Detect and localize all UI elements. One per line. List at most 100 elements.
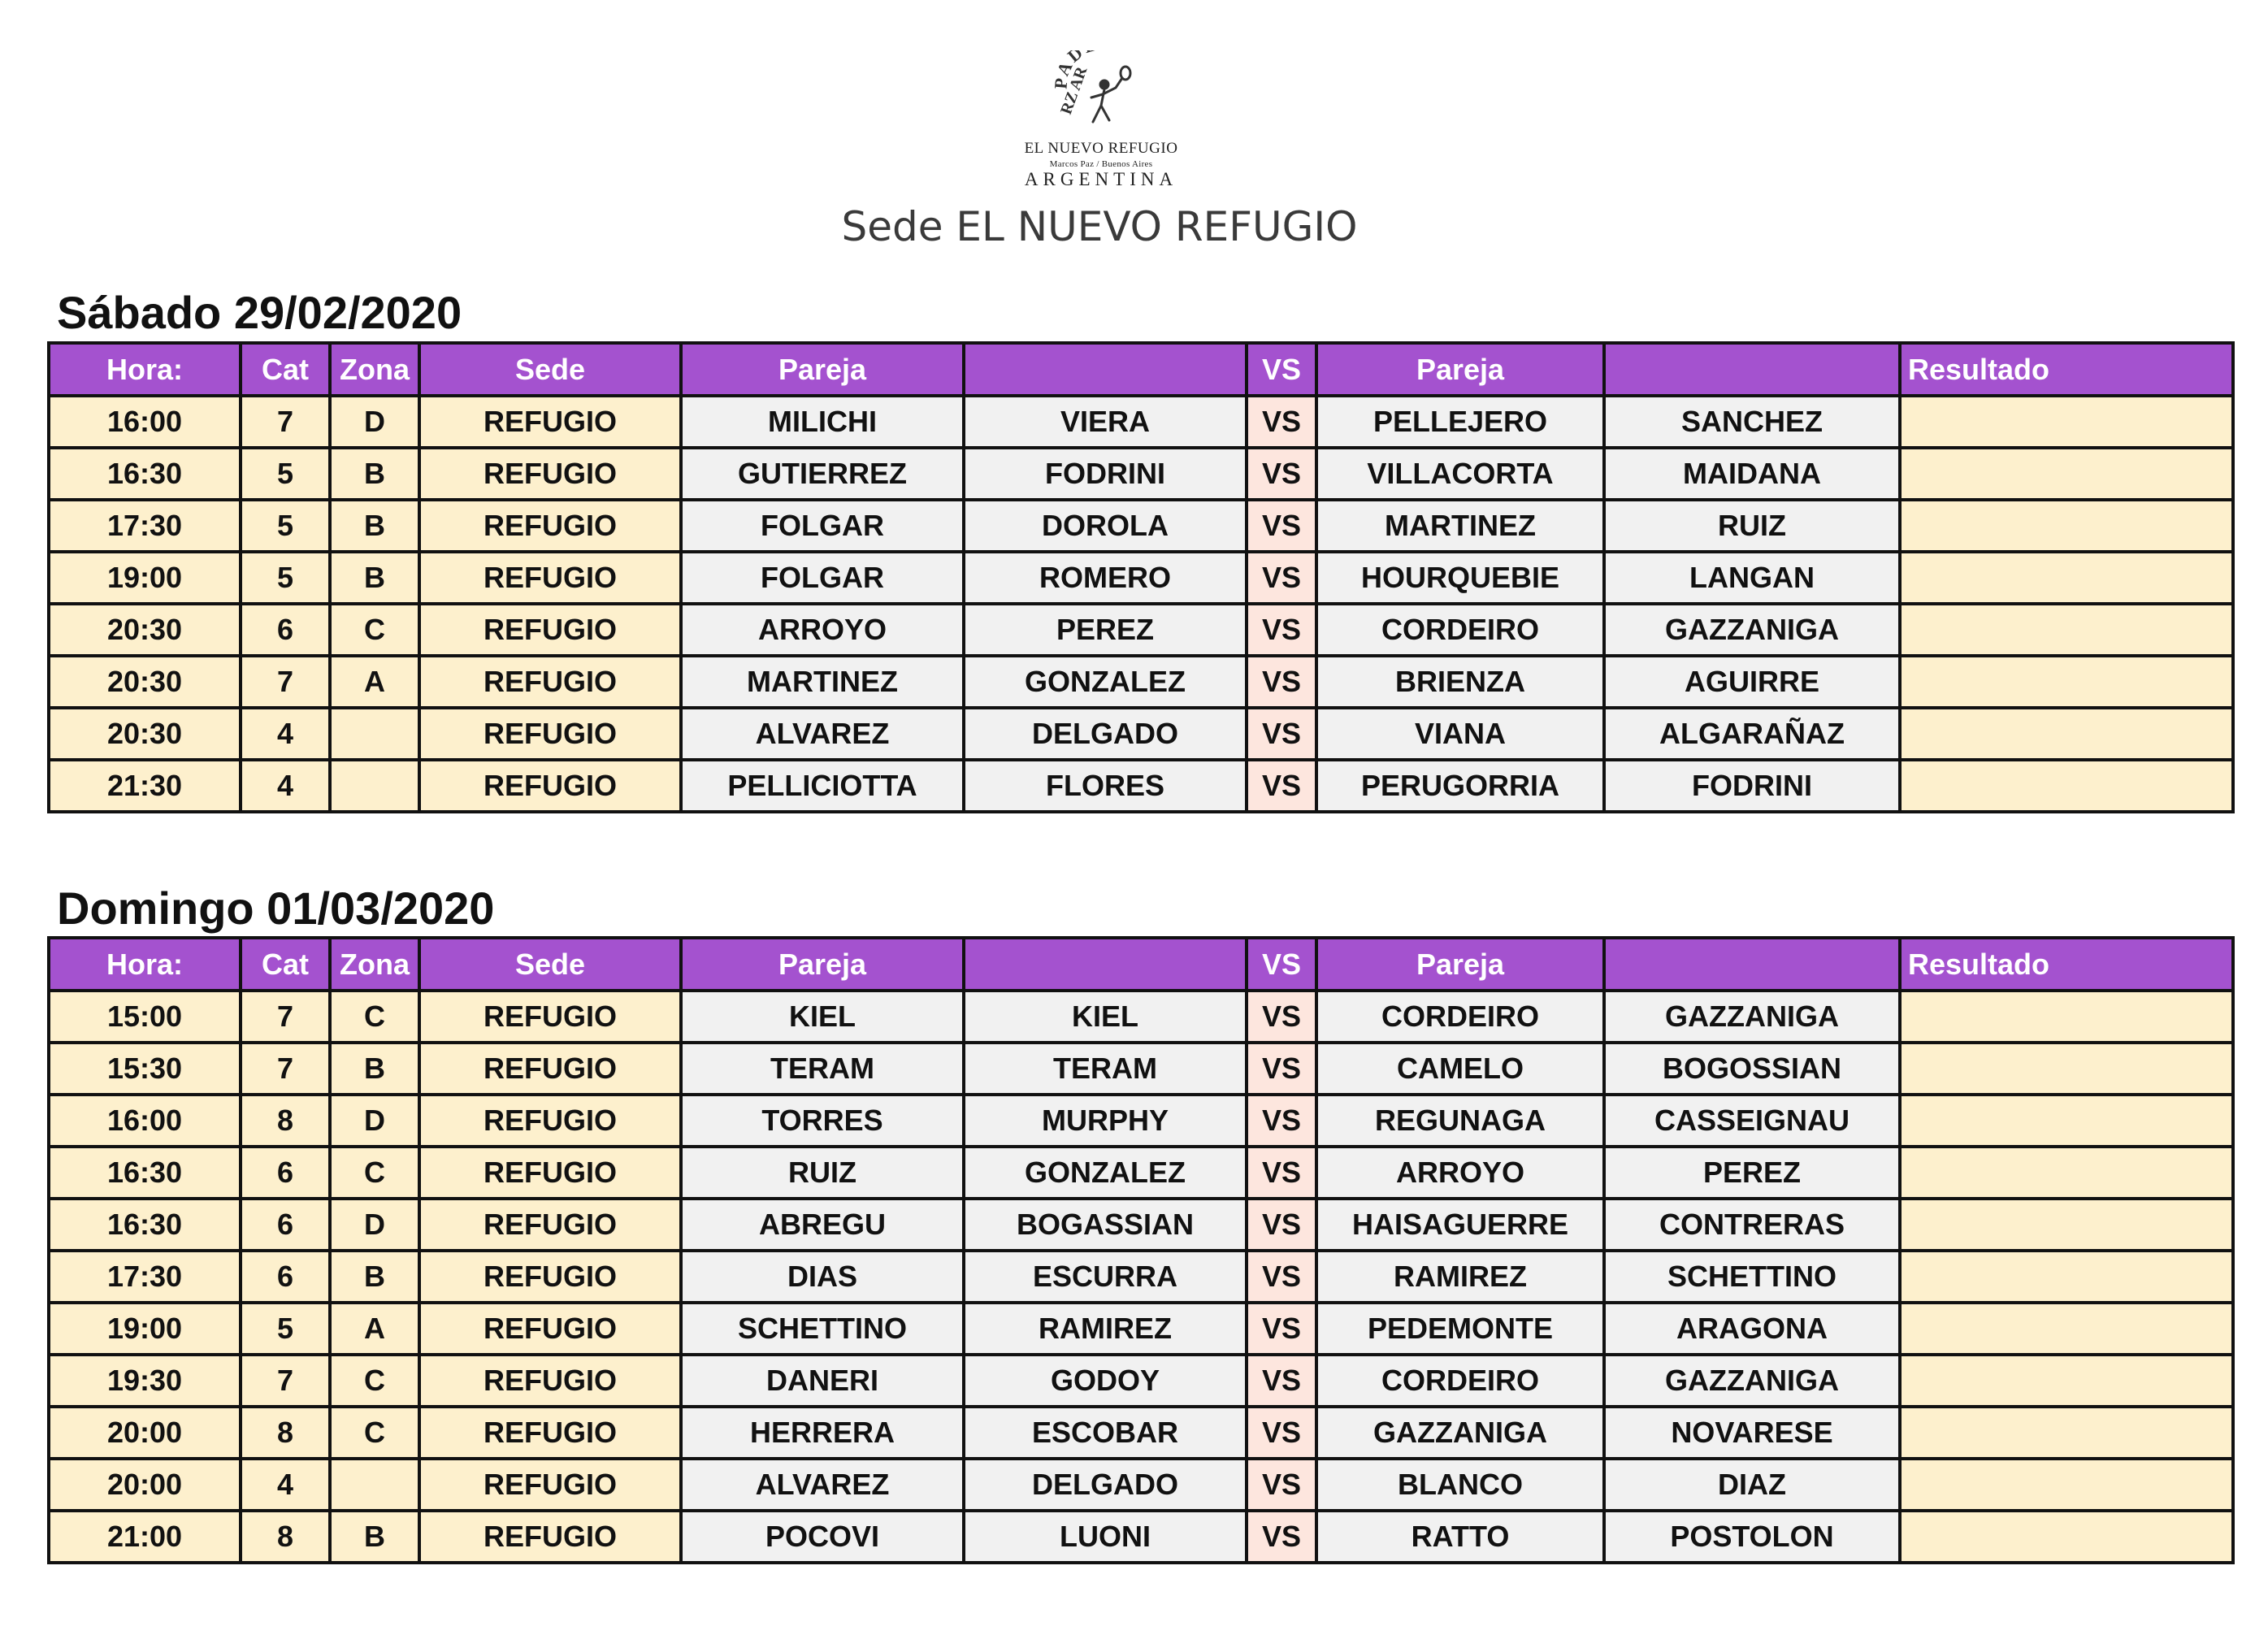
cell-resultado [1898, 550, 2235, 605]
cell-hora: 20:30 [47, 654, 242, 709]
cell-hora: 20:30 [47, 706, 242, 761]
cell-pareja-2-player-b: NOVARESE [1602, 1405, 1902, 1460]
cell-pareja-2-player-b: BOGOSSIAN [1602, 1041, 1902, 1096]
cell-sede: REFUGIO [418, 989, 683, 1044]
cell-pareja-2-player-b: ARAGONA [1602, 1301, 1902, 1356]
cell-hora: 19:30 [47, 1353, 242, 1408]
cell-zona: D [328, 1093, 421, 1148]
cell-pareja-2-player-b: LANGAN [1602, 550, 1902, 605]
cell-vs: VS [1245, 989, 1318, 1044]
cell-cat: 8 [239, 1405, 332, 1460]
cell-hora: 20:30 [47, 602, 242, 657]
cell-vs: VS [1245, 1353, 1318, 1408]
cell-resultado [1898, 394, 2235, 449]
header-cat: Cat [239, 936, 332, 992]
cell-pareja-2-player-a: RAMIREZ [1315, 1249, 1606, 1304]
cell-pareja-2-player-a: PEDEMONTE [1315, 1301, 1606, 1356]
cell-pareja-2-player-b: GAZZANIGA [1602, 602, 1902, 657]
cell-sede: REFUGIO [418, 1509, 683, 1564]
cell-pareja-1-player-b: BOGASSIAN [962, 1197, 1248, 1252]
club-logo: PADEL RZ AR EL NUEVO REFUGIO Marcos Paz … [991, 50, 1211, 193]
cell-pareja-2-player-a: ARROYO [1315, 1145, 1606, 1200]
cell-sede: REFUGIO [418, 394, 683, 449]
cell-pareja-2-player-b: RUIZ [1602, 498, 1902, 553]
cell-sede: REFUGIO [418, 602, 683, 657]
cell-sede: REFUGIO [418, 1353, 683, 1408]
cell-cat: 4 [239, 1457, 332, 1512]
table-row: 16:30 5 B REFUGIO GUTIERREZ FODRINI VS VILLACOR… [47, 446, 2235, 501]
cell-pareja-1-player-a: TORRES [679, 1093, 965, 1148]
cell-sede: REFUGIO [418, 498, 683, 553]
cell-zona: C [328, 1353, 421, 1408]
cell-resultado [1898, 1457, 2235, 1512]
cell-pareja-2-player-b: GAZZANIGA [1602, 989, 1902, 1044]
cell-pareja-2-player-a: VIANA [1315, 706, 1606, 761]
schedule-rows: 16:00 7 D REFUGIO MILICHI VIERA VS PELLEJERO SAN… [47, 394, 2235, 813]
table-row: 16:00 7 D REFUGIO MILICHI VIERA VS PELLEJERO SAN… [47, 394, 2235, 449]
cell-resultado [1898, 1249, 2235, 1304]
cell-pareja-1-player-b: RAMIREZ [962, 1301, 1248, 1356]
logo-location: Marcos Paz / Buenos Aires [1049, 159, 1153, 169]
cell-pareja-1-player-a: ARROYO [679, 602, 965, 657]
cell-vs: VS [1245, 654, 1318, 709]
cell-resultado [1898, 1353, 2235, 1408]
header-pareja-1: Pareja [679, 341, 965, 397]
table-row: 20:30 7 A REFUGIO MARTINEZ GONZALEZ VS BRIENZA A… [47, 654, 2235, 709]
cell-hora: 16:00 [47, 394, 242, 449]
cell-cat: 6 [239, 1197, 332, 1252]
table-row: 20:30 4 REFUGIO ALVAREZ DELGADO VS VIANA ALGARA… [47, 706, 2235, 761]
cell-vs: VS [1245, 1301, 1318, 1356]
cell-resultado [1898, 602, 2235, 657]
cell-vs: VS [1245, 602, 1318, 657]
cell-resultado [1898, 758, 2235, 813]
cell-sede: REFUGIO [418, 1457, 683, 1512]
cell-resultado [1898, 654, 2235, 709]
cell-pareja-2-player-a: PERUGORRIA [1315, 758, 1606, 813]
cell-hora: 17:30 [47, 498, 242, 553]
cell-hora: 16:30 [47, 446, 242, 501]
cell-pareja-2-player-a: MARTINEZ [1315, 498, 1606, 553]
cell-vs: VS [1245, 1041, 1318, 1096]
cell-pareja-1-player-a: TERAM [679, 1041, 965, 1096]
cell-cat: 7 [239, 1041, 332, 1096]
cell-pareja-2-player-a: CAMELO [1315, 1041, 1606, 1096]
cell-zona: C [328, 989, 421, 1044]
table-row: 19:30 7 C REFUGIO DANERI GODOY VS CORDEIRO GAZZA… [47, 1353, 2235, 1408]
header-sede: Sede [418, 341, 683, 397]
cell-sede: REFUGIO [418, 446, 683, 501]
table-row: 20:00 8 C REFUGIO HERRERA ESCOBAR VS GAZZANIGA N… [47, 1405, 2235, 1460]
cell-sede: REFUGIO [418, 1145, 683, 1200]
cell-zona [328, 706, 421, 761]
cell-pareja-1-player-b: LUONI [962, 1509, 1248, 1564]
cell-vs: VS [1245, 1457, 1318, 1512]
table-row: 17:30 5 B REFUGIO FOLGAR DOROLA VS MARTINEZ RUIZ [47, 498, 2235, 553]
header-resultado: Resultado [1898, 936, 2235, 992]
cell-pareja-2-player-b: ALGARAÑAZ [1602, 706, 1902, 761]
table-header-row: Hora: Cat Zona Sede Pareja VS Pareja Res… [47, 936, 2235, 992]
header-blank-1 [962, 341, 1248, 397]
cell-zona: B [328, 1509, 421, 1564]
table-row: 20:00 4 REFUGIO ALVAREZ DELGADO VS BLANCO DIAZ [47, 1457, 2235, 1512]
header-zona: Zona [328, 341, 421, 397]
header-blank-2 [1602, 936, 1902, 992]
header-pareja-1: Pareja [679, 936, 965, 992]
cell-zona: B [328, 1041, 421, 1096]
cell-zona [328, 758, 421, 813]
cell-pareja-1-player-b: KIEL [962, 989, 1248, 1044]
cell-pareja-1-player-a: ABREGU [679, 1197, 965, 1252]
cell-vs: VS [1245, 446, 1318, 501]
cell-pareja-2-player-a: HOURQUEBIE [1315, 550, 1606, 605]
cell-pareja-1-player-a: MARTINEZ [679, 654, 965, 709]
cell-vs: VS [1245, 1093, 1318, 1148]
cell-sede: REFUGIO [418, 1041, 683, 1096]
cell-pareja-1-player-b: MURPHY [962, 1093, 1248, 1148]
cell-pareja-1-player-b: GONZALEZ [962, 654, 1248, 709]
cell-hora: 17:30 [47, 1249, 242, 1304]
cell-pareja-2-player-b: POSTOLON [1602, 1509, 1902, 1564]
cell-zona: B [328, 498, 421, 553]
header-hora: Hora: [47, 936, 242, 992]
schedule-rows: 15:00 7 C REFUGIO KIEL KIEL VS CORDEIRO GAZZANIG… [47, 989, 2235, 1564]
cell-resultado [1898, 1301, 2235, 1356]
page-title: Sede EL NUEVO REFUGIO [841, 203, 1358, 250]
cell-pareja-2-player-b: GAZZANIGA [1602, 1353, 1902, 1408]
